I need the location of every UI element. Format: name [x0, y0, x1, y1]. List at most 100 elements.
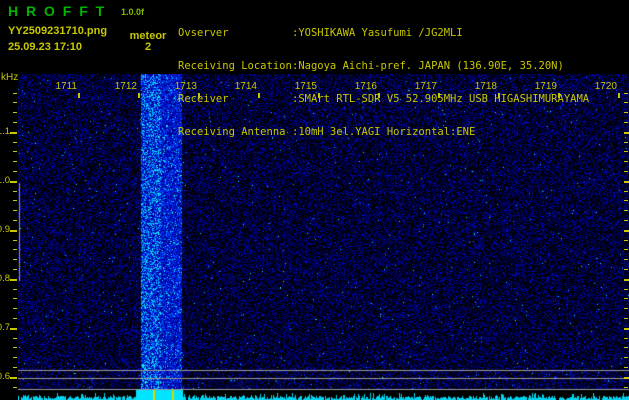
axis-tick — [624, 171, 628, 172]
capture-filename: YY2509231710.png — [8, 25, 107, 37]
station-value: :YOSHIKAWA Yasufumi /JG2MLI — [292, 27, 463, 39]
axis-tick — [624, 328, 629, 330]
axis-tick — [13, 112, 17, 113]
axis-tick — [13, 318, 17, 319]
station-row-receiver: Receiver:SMArt RTL-SDR V5 52.905MHz USB … — [178, 94, 589, 105]
station-label: Ovserver — [178, 28, 292, 39]
time-tick-label: 1720 — [577, 81, 617, 92]
time-tick-label: 1714 — [217, 81, 257, 92]
station-label: Receiver — [178, 94, 292, 105]
axis-tick — [13, 161, 17, 162]
axis-tick — [13, 220, 17, 221]
axis-tick — [624, 377, 629, 379]
axis-tick — [10, 279, 17, 281]
time-tick-label: 1712 — [97, 81, 137, 92]
time-tick-label: 1715 — [277, 81, 317, 92]
axis-tick — [378, 93, 380, 98]
axis-tick — [624, 357, 628, 358]
station-row-antenna: Receiving Antenna:10mH 3el.YAGI Horizont… — [178, 127, 589, 138]
axis-tick — [10, 377, 17, 379]
time-tick-label: 1718 — [457, 81, 497, 92]
station-label: Receiving Location — [178, 61, 292, 72]
axis-tick — [13, 289, 17, 290]
axis-tick — [624, 347, 628, 348]
axis-tick — [624, 259, 628, 260]
time-tick-label: 1716 — [337, 81, 377, 92]
axis-tick — [618, 93, 620, 98]
hrofft-window: H R O F F T 1.0.0f YY2509231710.png mete… — [0, 0, 629, 400]
axis-tick — [13, 171, 17, 172]
axis-tick — [624, 151, 628, 152]
axis-tick — [78, 93, 80, 98]
time-tick-label: 1713 — [157, 81, 197, 92]
axis-tick — [624, 308, 628, 309]
axis-tick — [258, 93, 260, 98]
axis-tick — [13, 259, 17, 260]
axis-tick — [13, 200, 17, 201]
axis-tick — [624, 269, 628, 270]
station-value: :10mH 3el.YAGI Horizontal:ENE — [292, 126, 475, 138]
freq-tick-label: 0.8 — [0, 273, 10, 284]
axis-tick — [624, 249, 628, 250]
axis-tick — [624, 220, 628, 221]
axis-tick — [624, 200, 628, 201]
axis-tick — [13, 122, 17, 123]
freq-tick-label: 1.1 — [0, 126, 10, 137]
axis-tick — [10, 132, 17, 134]
axis-tick — [624, 289, 628, 290]
axis-tick — [13, 308, 17, 309]
axis-tick — [13, 151, 17, 152]
axis-tick — [624, 230, 629, 232]
axis-tick — [624, 122, 628, 123]
capture-datetime: 25.09.23 17:10 — [8, 41, 82, 53]
axis-tick — [13, 102, 17, 103]
axis-tick — [624, 161, 628, 162]
axis-tick — [13, 338, 17, 339]
station-value: :SMArt RTL-SDR V5 52.905MHz USB HIGASHIM… — [292, 93, 589, 105]
axis-tick — [624, 298, 628, 299]
axis-tick — [318, 93, 320, 98]
app-version: 1.0.0f — [121, 7, 144, 17]
station-value: :Nagoya Aichi-pref. JAPAN (136.90E, 35.2… — [292, 60, 564, 72]
axis-tick — [624, 181, 629, 183]
freq-tick-label: 0.9 — [0, 224, 10, 235]
station-label: Receiving Antenna — [178, 127, 292, 138]
axis-tick — [624, 93, 628, 94]
axis-tick — [13, 249, 17, 250]
time-tick-label: 1717 — [397, 81, 437, 92]
axis-tick — [438, 93, 440, 98]
axis-tick — [10, 230, 17, 232]
axis-tick — [624, 191, 628, 192]
meteor-count: 2 — [126, 41, 170, 53]
axis-tick — [13, 269, 17, 270]
freq-tick-label: 0.7 — [0, 322, 10, 333]
axis-tick — [624, 279, 629, 281]
axis-tick — [624, 387, 628, 388]
axis-tick — [13, 298, 17, 299]
axis-tick — [624, 142, 628, 143]
axis-tick — [13, 93, 17, 94]
station-row-observer: Ovserver:YOSHIKAWA Yasufumi /JG2MLI — [178, 28, 589, 39]
axis-tick — [13, 367, 17, 368]
axis-tick — [13, 210, 17, 211]
axis-tick — [624, 132, 629, 134]
axis-tick — [10, 181, 17, 183]
axis-tick — [10, 328, 17, 330]
freq-axis-unit: kHz — [1, 72, 18, 83]
axis-tick — [624, 338, 628, 339]
axis-tick — [624, 112, 628, 113]
axis-tick — [13, 240, 17, 241]
axis-tick — [13, 387, 17, 388]
axis-tick — [13, 142, 17, 143]
freq-tick-label: 1.0 — [0, 175, 10, 186]
axis-tick — [624, 210, 628, 211]
axis-tick — [13, 191, 17, 192]
axis-tick — [138, 93, 140, 98]
axis-tick — [624, 318, 628, 319]
time-tick-label: 1711 — [37, 81, 77, 92]
axis-tick — [198, 93, 200, 98]
station-row-location: Receiving Location:Nagoya Aichi-pref. JA… — [178, 61, 589, 72]
axis-tick — [13, 347, 17, 348]
time-tick-label: 1719 — [517, 81, 557, 92]
freq-tick-label: 0.6 — [0, 371, 10, 382]
